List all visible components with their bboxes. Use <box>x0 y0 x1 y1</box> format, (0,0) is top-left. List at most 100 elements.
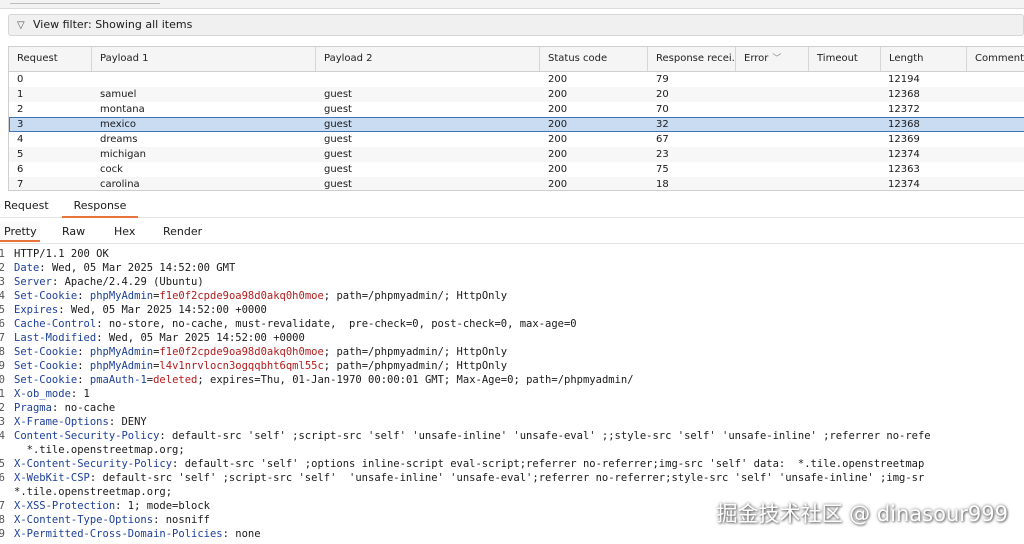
cell-payload2: guest <box>324 104 352 115</box>
header-name: X-Content-Security-Policy <box>14 458 173 470</box>
column-header-error[interactable]: Error ﹀ <box>736 47 809 71</box>
table-row[interactable]: 1 samuel guest 200 20 12368 <box>9 87 1024 102</box>
text-segment: ; path=/phpmyadmin/; HttpOnly <box>323 346 508 358</box>
line-text: X-Permitted-Cross-Domain-Policies: none <box>14 527 261 541</box>
tab-request[interactable]: Request <box>4 196 52 216</box>
tab-pretty[interactable]: Pretty <box>0 222 40 242</box>
line-text: Date: Wed, 05 Mar 2025 14:52:00 GMT <box>14 261 235 275</box>
line-number: 1 <box>0 248 5 260</box>
line-text: Set-Cookie: phpMyAdmin=l4v1nrvlocn3ogqqb… <box>14 359 507 373</box>
column-header-comment[interactable]: Comment <box>967 47 1024 71</box>
text-segment: : default-src 'self' ;script-src 'self' … <box>89 472 925 484</box>
code-line: 1 X-ob_mode: 1 <box>0 387 1024 401</box>
header-name: phpMyAdmin <box>89 346 154 358</box>
header-name: Cache-Control <box>14 318 97 330</box>
header-name: pmaAuth-1 <box>89 374 147 386</box>
header-name: Set-Cookie <box>14 290 78 302</box>
table-row[interactable]: 0 200 79 12194 <box>9 72 1024 87</box>
cell-status-code: 200 <box>548 119 568 130</box>
table-row[interactable]: 7 carolina guest 200 18 12374 <box>9 177 1024 190</box>
tab-render[interactable]: Render <box>163 222 202 242</box>
cell-response-received: 70 <box>656 104 669 115</box>
cell-status-code: 200 <box>548 179 568 190</box>
header-name: Set-Cookie <box>14 360 78 372</box>
line-number: 3 <box>0 276 5 288</box>
text-segment: : Wed, 05 Mar 2025 14:52:00 GMT <box>39 262 236 274</box>
column-header-status-code[interactable]: Status code <box>540 47 648 71</box>
code-line: 6 X-WebKit-CSP: default-src 'self' ;scrip… <box>0 471 1024 485</box>
tab-hex[interactable]: Hex <box>114 222 135 242</box>
header-name: Expires <box>14 304 59 316</box>
top-toolbar-edge <box>0 0 1024 9</box>
table-row[interactable]: 4 dreams guest 200 67 12369 <box>9 132 1024 147</box>
text-segment: *.tile.openstreetmap.org; <box>14 444 185 456</box>
line-number: 1 <box>0 388 5 400</box>
line-text: Set-Cookie: pmaAuth-1=deleted; expires=T… <box>14 373 634 387</box>
line-text: X-Frame-Options: DENY <box>14 415 147 429</box>
text-segment: : 1 <box>70 388 90 400</box>
line-text: Last-Modified: Wed, 05 Mar 2025 14:52:00… <box>14 331 305 345</box>
cell-response-received: 32 <box>656 119 669 130</box>
cell-response-received: 18 <box>656 179 669 190</box>
line-number: 0 <box>0 374 5 386</box>
header-name: X-Content-Type-Options <box>14 514 154 526</box>
tab-raw[interactable]: Raw <box>62 222 85 242</box>
text-segment: : Wed, 05 Mar 2025 14:52:00 +0000 <box>96 332 305 344</box>
code-line: 4 Set-Cookie: phpMyAdmin=f1e0f2cpde9oa98d… <box>0 289 1024 303</box>
table-row[interactable]: 3 mexico guest 200 32 12368 <box>9 117 1024 132</box>
cell-response-received: 75 <box>656 164 669 175</box>
text-segment: : DENY <box>108 416 147 428</box>
cell-request: 4 <box>17 134 24 145</box>
table-row[interactable]: 2 montana guest 200 70 12372 <box>9 102 1024 117</box>
cell-payload1: dreams <box>100 134 138 145</box>
code-line: 0 Set-Cookie: pmaAuth-1=deleted; expires=… <box>0 373 1024 387</box>
code-line: 9 X-Permitted-Cross-Domain-Policies: none <box>0 527 1024 541</box>
line-number: 8 <box>0 346 5 358</box>
column-header-request[interactable]: Request <box>9 47 92 71</box>
line-number: 9 <box>0 528 5 540</box>
header-value-highlight: l4v1nrvlocn3ogqqbht6qml55c <box>159 360 324 372</box>
header-value-highlight: f1e0f2cpde9oa98d0akq0h0moe <box>159 290 324 302</box>
column-header-length[interactable]: Length <box>881 47 967 71</box>
cell-length: 12194 <box>888 74 920 85</box>
cell-payload2: guest <box>324 164 352 175</box>
cell-status-code: 200 <box>548 164 568 175</box>
column-header-payload2[interactable]: Payload 2 <box>316 47 540 71</box>
header-name: phpMyAdmin <box>89 360 154 372</box>
line-number: 2 <box>0 402 5 414</box>
cell-request: 5 <box>17 149 24 160</box>
column-header-payload1[interactable]: Payload 1 <box>92 47 316 71</box>
cell-request: 2 <box>17 104 24 115</box>
cell-status-code: 200 <box>548 134 568 145</box>
line-text: Server: Apache/2.4.29 (Ubuntu) <box>14 275 204 289</box>
line-text: Set-Cookie: phpMyAdmin=f1e0f2cpde9oa98d0… <box>14 289 507 303</box>
cell-request: 3 <box>17 119 24 130</box>
code-line: 1 HTTP/1.1 200 OK <box>0 247 1024 261</box>
text-segment: *.tile.openstreetmap.org; <box>14 486 173 498</box>
table-row[interactable]: 5 michigan guest 200 23 12374 <box>9 147 1024 162</box>
table-row[interactable]: 6 cock guest 200 75 12363 <box>9 162 1024 177</box>
cell-payload1: carolina <box>100 179 140 190</box>
column-header-timeout[interactable]: Timeout <box>809 47 881 71</box>
chevron-down-icon: ﹀ <box>772 54 782 64</box>
text-segment: : Apache/2.4.29 (Ubuntu) <box>51 276 204 288</box>
code-line: 5 X-Content-Security-Policy: default-src … <box>0 457 1024 471</box>
code-line: 9 Set-Cookie: phpMyAdmin=l4v1nrvlocn3ogqq… <box>0 359 1024 373</box>
cell-length: 12368 <box>888 89 920 100</box>
line-number: 3 <box>0 416 5 428</box>
text-segment: : 1; mode=block <box>115 500 210 512</box>
line-text: HTTP/1.1 200 OK <box>14 247 109 261</box>
tab-response[interactable]: Response <box>62 196 138 218</box>
cell-length: 12374 <box>888 149 920 160</box>
line-text: *.tile.openstreetmap.org; <box>14 485 172 499</box>
column-header-response-received[interactable]: Response recei... <box>648 47 736 71</box>
line-number: 5 <box>0 304 5 316</box>
view-filter-bar[interactable]: ▽ View filter: Showing all items <box>8 14 1024 36</box>
line-number: 5 <box>0 458 5 470</box>
line-number: 2 <box>0 262 5 274</box>
code-line: *.tile.openstreetmap.org; <box>0 485 1024 499</box>
text-segment: HTTP/1.1 200 OK <box>14 248 109 260</box>
cell-payload2: guest <box>324 179 352 190</box>
cell-response-received: 23 <box>656 149 669 160</box>
line-number: 9 <box>0 360 5 372</box>
